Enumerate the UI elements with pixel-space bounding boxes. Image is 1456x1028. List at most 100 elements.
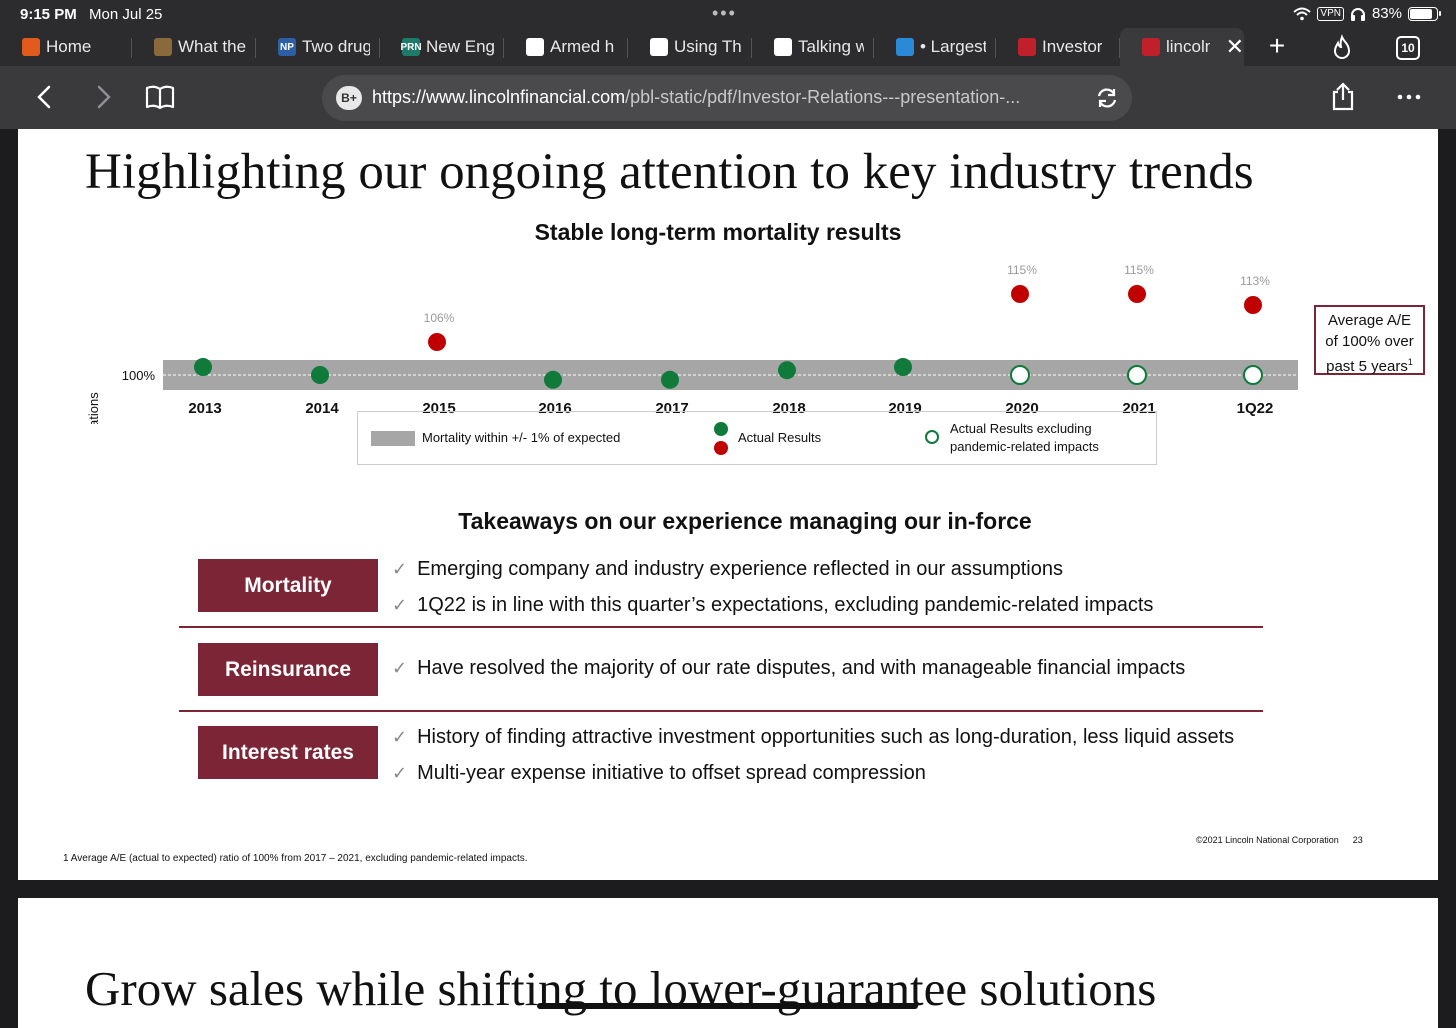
tab-label: Armed h: [550, 37, 615, 56]
tab-favicon-icon: [22, 38, 40, 56]
battery-percent: 83%: [1371, 5, 1402, 22]
legend-band-label: Mortality within +/- 1% of expected: [422, 430, 621, 445]
ae-line-2: of 100% over: [1325, 333, 1414, 350]
pdf-page-23: Highlighting our ongoing attention to ke…: [18, 129, 1438, 880]
tab-favicon-icon: [1018, 38, 1036, 56]
back-icon[interactable]: [28, 80, 62, 114]
legend-red-dot: [714, 441, 728, 455]
actual-result-point: [661, 370, 679, 389]
actual-result-point: [1011, 285, 1029, 303]
excluding-pandemic-point: [1010, 365, 1030, 385]
tab-7[interactable]: Talking w: [752, 28, 874, 66]
data-label: 106%: [424, 311, 455, 325]
tab-label: lincoln: [1166, 37, 1210, 56]
address-bar[interactable]: B+ https://www.lincolnfinancial.com/pbl-…: [322, 75, 1132, 121]
actual-result-point: [778, 361, 796, 380]
legend-actual-label: Actual Results: [738, 430, 822, 445]
excluding-pandemic-point: [1243, 365, 1263, 385]
tab-favicon-icon: [154, 38, 172, 56]
divider: [179, 710, 1263, 712]
privacy-grade-badge[interactable]: B+: [336, 86, 362, 110]
tab-bar: Home What the NP Two drug PRN New Eng Armed h U…: [0, 28, 1456, 66]
tab-10[interactable]: lincoln ✕: [1120, 28, 1244, 66]
copyright: ©2021 Lincoln National Corporation 23: [1196, 835, 1363, 845]
forward-icon[interactable]: [86, 80, 120, 114]
legend-excluding-label: Actual Results excluding pandemic-relate…: [950, 421, 1099, 454]
chart-legend: Mortality within +/- 1% of expected Actu…: [357, 411, 1157, 465]
tab-3[interactable]: NP Two drug: [256, 28, 380, 66]
url-path: /pbl-static/pdf/Investor-Relations---pre…: [625, 87, 1021, 107]
actual-result-point: [894, 358, 912, 376]
tab-2[interactable]: What the: [132, 28, 256, 66]
tab-favicon-icon: [1142, 38, 1160, 56]
tab-favicon-icon: NP: [278, 38, 296, 56]
tab-favicon-icon: [526, 38, 544, 56]
y-reference-label: 100%: [122, 368, 156, 383]
close-tab-icon[interactable]: ✕: [1226, 34, 1244, 60]
x-tick-label: 2014: [305, 400, 339, 417]
status-indicators: VPN 83%: [1293, 5, 1441, 22]
tab-6[interactable]: Using Th: [628, 28, 752, 66]
home-indicator[interactable]: [537, 1003, 918, 1009]
tab-8[interactable]: • Largest: [874, 28, 996, 66]
page-number: 23: [1352, 835, 1363, 845]
tab-favicon-icon: [896, 38, 914, 56]
reload-icon[interactable]: [1094, 85, 1120, 111]
multitask-dots-icon[interactable]: •••: [712, 3, 737, 24]
tab-1[interactable]: Home: [0, 28, 132, 66]
actual-result-point: [311, 366, 329, 384]
status-date: Mon Jul 25: [89, 6, 163, 23]
status-bar: 9:15 PM Mon Jul 25 ••• VPN 83%: [0, 0, 1456, 28]
average-ae-callout: Average A/E of 100% over past 5 years1: [1314, 305, 1425, 375]
interest-rates-bullet-2: ✓ Multi-year expense initiative to offset…: [392, 762, 926, 784]
tab-label: Investor: [1042, 37, 1103, 56]
actual-result-point: [428, 333, 446, 351]
tab-9[interactable]: Investor: [996, 28, 1120, 66]
data-label: 113%: [1240, 274, 1270, 288]
x-tick-label: 2013: [188, 400, 221, 417]
ae-line-1: Average A/E: [1327, 312, 1412, 329]
mortality-bullet-1: ✓ Emerging company and industry experienc…: [392, 558, 1063, 580]
toolbar: B+ https://www.lincolnfinancial.com/pbl-…: [0, 66, 1456, 129]
mortality-label: Mortality: [198, 559, 378, 612]
wifi-icon: [1293, 7, 1312, 20]
divider: [179, 626, 1263, 628]
bookmarks-icon[interactable]: [143, 80, 177, 114]
interest-rates-label: Interest rates: [198, 726, 378, 779]
footnote: 1 Average A/E (actual to expected) ratio…: [63, 853, 528, 864]
reinsurance-label: Reinsurance: [198, 643, 378, 696]
mortality-chart: Actual/annual expectations100%2013201420…: [86, 263, 1298, 424]
actual-result-point: [1128, 285, 1146, 303]
tab-favicon-icon: [650, 38, 668, 56]
actual-result-point: [544, 370, 562, 389]
data-label: 115%: [1007, 263, 1037, 277]
new-tab-button[interactable]: +: [1262, 28, 1292, 66]
headphones-icon: [1350, 7, 1365, 21]
battery-icon: [1408, 6, 1441, 21]
tab-favicon-icon: [774, 38, 792, 56]
tab-label: Two drug: [302, 37, 370, 56]
more-options-icon[interactable]: [1392, 80, 1426, 114]
url-text[interactable]: https://www.lincolnfinancial.com/pbl-sta…: [372, 87, 1087, 108]
legend-green-dot: [714, 422, 728, 436]
url-host: https://www.lincolnfinancial.com: [372, 87, 626, 107]
tab-5[interactable]: Armed h: [504, 28, 628, 66]
ae-line-3: past 5 years1: [1326, 357, 1413, 375]
tab-favicon-icon: PRN: [400, 38, 422, 56]
tab-label: • Largest: [920, 37, 986, 56]
legend-hollow-dot: [925, 430, 939, 444]
status-time: 9:15 PM: [20, 6, 77, 23]
share-icon[interactable]: [1326, 80, 1360, 114]
x-tick-label: 1Q22: [1237, 400, 1274, 417]
tab-label: Using Th: [674, 37, 742, 56]
excluding-pandemic-point: [1127, 365, 1147, 385]
tab-4[interactable]: PRN New Eng: [380, 28, 504, 66]
tab-count-button[interactable]: 10: [1396, 36, 1420, 60]
fire-icon[interactable]: [1328, 34, 1356, 62]
legend-band-swatch: [371, 431, 415, 446]
actual-result-point: [194, 358, 212, 376]
interest-rates-bullet-1: ✓ History of finding attractive investmen…: [392, 726, 1235, 748]
tab-label: What the: [178, 37, 246, 56]
mortality-bullet-2: ✓ 1Q22 is in line with this quarter’s exp…: [392, 594, 1154, 616]
y-axis-label: Actual/annual expectations: [86, 392, 101, 424]
